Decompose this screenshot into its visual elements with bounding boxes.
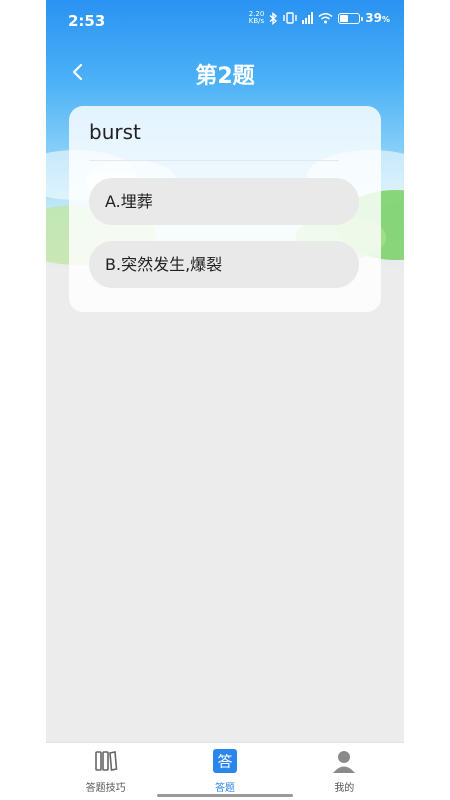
option-a-button[interactable]: A.埋葬 (89, 178, 359, 225)
tab-profile-label: 我的 (334, 783, 355, 794)
wifi-icon (318, 13, 333, 24)
status-bar: 2:53 2.20 KB/s 39% (46, 0, 404, 42)
tab-answer[interactable]: 答 答题 (165, 743, 284, 800)
tab-profile[interactable]: 我的 (285, 743, 404, 800)
tab-tips-label: 答题技巧 (85, 783, 126, 794)
page-title: 第2题 (195, 64, 255, 89)
svg-text:答: 答 (217, 753, 232, 771)
books-icon (94, 751, 118, 771)
home-indicator[interactable] (157, 794, 293, 797)
tab-tips[interactable]: 答题技巧 (46, 743, 165, 800)
question-word: burst (89, 120, 141, 144)
tab-answer-label: 答题 (214, 783, 235, 794)
network-speed: 2.20 KB/s (248, 10, 265, 25)
battery-percent: 39% (365, 11, 390, 25)
bluetooth-icon (269, 11, 278, 25)
app-screen: 2:53 2.20 KB/s 39% 第2题 burst A.埋葬 B.突然发生… (46, 0, 404, 800)
battery-icon (338, 12, 364, 24)
nav-bar: 第2题 (46, 52, 404, 92)
cellular-signal-icon (302, 12, 314, 24)
question-card: burst A.埋葬 B.突然发生,爆裂 (69, 106, 381, 312)
vibrate-icon (283, 12, 297, 24)
person-icon (333, 751, 356, 773)
status-icons: 2.20 KB/s 39% (248, 10, 390, 26)
option-b-button[interactable]: B.突然发生,爆裂 (89, 241, 359, 288)
divider (89, 160, 339, 161)
answer-icon: 答 (212, 749, 237, 773)
bottom-tab-bar: 答题技巧 答 答题 我的 (46, 742, 404, 800)
status-time: 2:53 (68, 12, 106, 30)
